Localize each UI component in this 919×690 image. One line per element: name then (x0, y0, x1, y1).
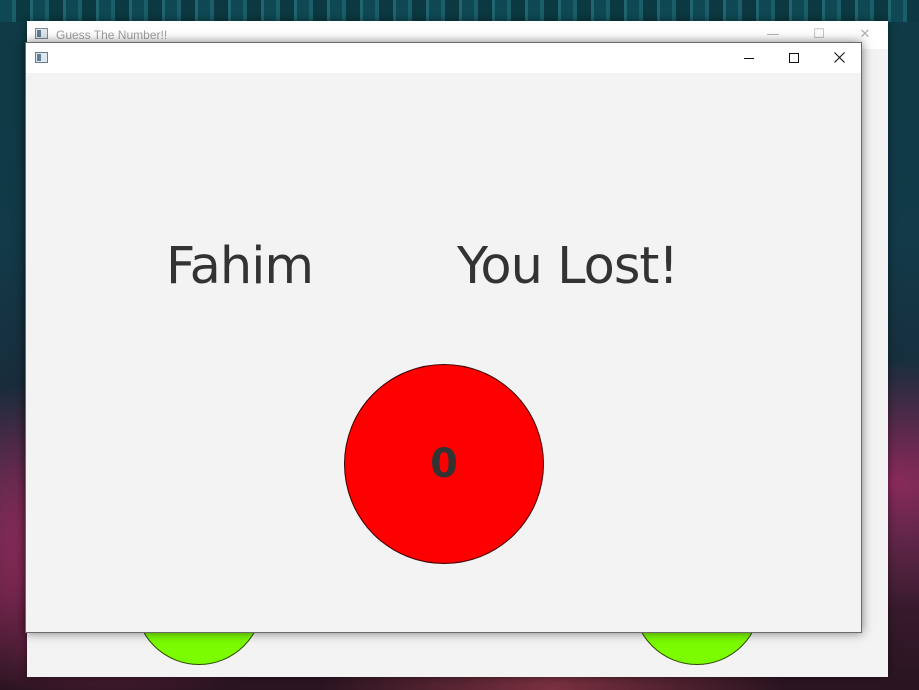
app-window-icon (35, 52, 48, 63)
player-name-label: Fahim (166, 237, 314, 296)
close-button[interactable] (816, 43, 861, 72)
number-circle: 0 (344, 364, 544, 564)
result-message: You Lost! (457, 237, 679, 296)
maximize-button[interactable] (771, 43, 817, 72)
maximize-icon (789, 52, 799, 63)
number-value: 0 (430, 441, 458, 487)
wallpaper-city-strip (0, 0, 919, 22)
result-window-titlebar[interactable] (26, 43, 861, 73)
minimize-button[interactable] (726, 43, 772, 72)
minimize-icon (744, 57, 754, 59)
back-window-title: Guess The Number!! (56, 28, 168, 42)
result-window[interactable]: Fahim You Lost! 0 (25, 42, 862, 633)
app-window-icon (35, 28, 48, 39)
close-icon (833, 52, 845, 63)
